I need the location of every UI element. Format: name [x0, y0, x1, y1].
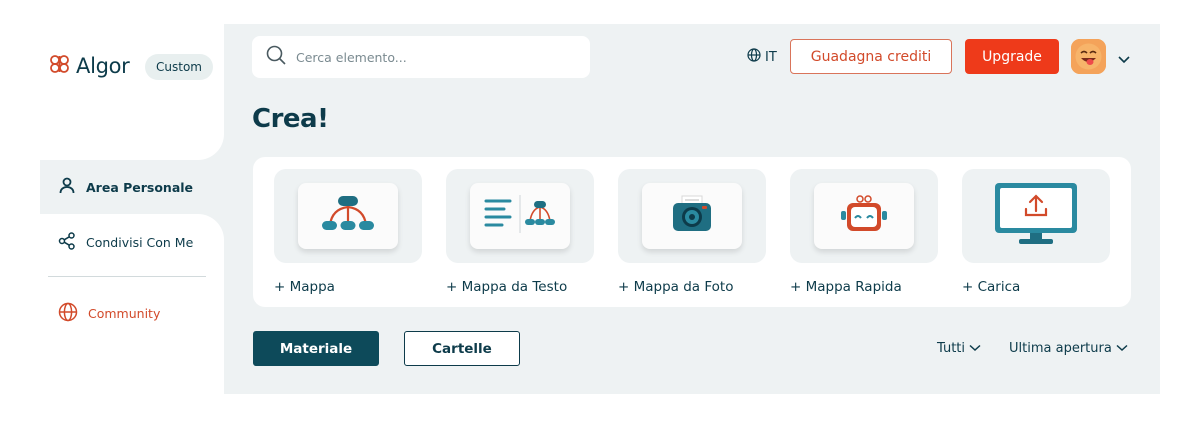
create-card-label[interactable]: + Carica	[962, 279, 1020, 295]
type-filter-dropdown[interactable]: Tutti	[937, 341, 981, 356]
create-card-mappa-da-foto[interactable]	[618, 169, 766, 263]
avatar[interactable]	[1071, 39, 1106, 74]
share-icon	[58, 232, 76, 253]
sort-label: Ultima apertura	[1009, 341, 1112, 356]
filter-label: Tutti	[937, 341, 966, 356]
create-card-mappa-rapida[interactable]	[790, 169, 938, 263]
brand-name: Algor	[76, 54, 130, 78]
search-bar[interactable]	[252, 36, 590, 78]
sidebar: Algor Custom Area Personale Condivisi Co…	[40, 24, 224, 394]
upgrade-button[interactable]: Upgrade	[965, 39, 1059, 74]
user-icon	[58, 176, 76, 198]
earn-credits-button[interactable]: Guadagna crediti	[790, 39, 952, 74]
sidebar-item-label: Condivisi Con Me	[86, 235, 194, 250]
create-card-carica[interactable]	[962, 169, 1110, 263]
page-title: Crea!	[252, 104, 329, 134]
sidebar-item-area-personale[interactable]: Area Personale	[40, 160, 224, 214]
sidebar-divider	[48, 276, 206, 277]
create-card-label[interactable]: + Mappa	[274, 279, 335, 295]
chevron-down-icon	[1116, 341, 1128, 356]
upload-monitor-icon	[993, 181, 1079, 251]
create-panel: + Mappa + Mappa da Testo + Mappa da Foto…	[253, 157, 1131, 307]
tab-materiale[interactable]: Materiale	[253, 331, 379, 366]
sidebar-item-condivisi[interactable]: Condivisi Con Me	[58, 232, 193, 253]
sidebar-header: Algor Custom	[40, 24, 224, 160]
camera-icon	[670, 194, 714, 238]
search-input[interactable]	[296, 49, 576, 65]
create-card-mappa[interactable]	[274, 169, 422, 263]
sidebar-item-label: Community	[88, 306, 161, 321]
sidebar-item-community[interactable]: Community	[58, 302, 160, 325]
create-card-label[interactable]: + Mappa Rapida	[790, 279, 902, 295]
logo[interactable]: Algor	[48, 54, 130, 78]
brain-logo-icon	[48, 54, 72, 78]
mindmap-icon	[318, 193, 378, 239]
create-card-label[interactable]: + Mappa da Foto	[618, 279, 733, 295]
search-icon	[266, 45, 286, 69]
create-card-mappa-da-testo[interactable]	[446, 169, 594, 263]
globe-icon	[747, 48, 761, 66]
chevron-down-icon	[969, 341, 981, 356]
sort-dropdown[interactable]: Ultima apertura	[1009, 341, 1128, 356]
globe-icon	[58, 302, 78, 325]
tab-cartelle[interactable]: Cartelle	[404, 331, 520, 366]
plan-badge: Custom	[145, 54, 213, 80]
language-code: IT	[765, 49, 777, 65]
text-to-map-icon	[480, 191, 560, 241]
sidebar-item-label: Area Personale	[86, 179, 194, 195]
app-shell: Algor Custom Area Personale Condivisi Co…	[40, 24, 1160, 394]
language-selector[interactable]: IT	[747, 48, 777, 66]
chevron-down-icon[interactable]	[1117, 50, 1131, 69]
sidebar-nav: Condivisi Con Me Community	[40, 214, 224, 394]
create-card-label[interactable]: + Mappa da Testo	[446, 279, 567, 295]
robot-icon	[839, 194, 889, 238]
